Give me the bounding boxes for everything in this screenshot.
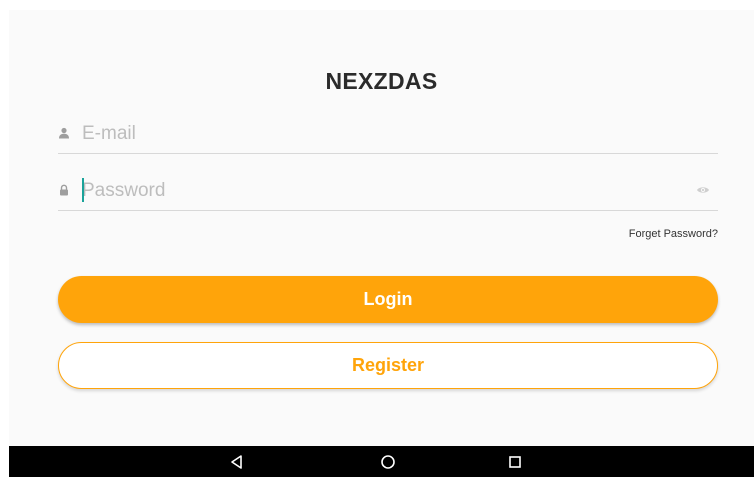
login-button[interactable]: Login bbox=[58, 276, 718, 323]
recents-icon[interactable] bbox=[505, 452, 525, 472]
email-input[interactable] bbox=[82, 118, 682, 150]
app-title: NEXZDAS bbox=[325, 68, 438, 94]
system-navigation-bar bbox=[9, 446, 754, 477]
password-field[interactable] bbox=[58, 171, 718, 211]
email-field[interactable] bbox=[58, 114, 718, 154]
password-input[interactable] bbox=[82, 175, 682, 207]
forget-password-link[interactable]: Forget Password? bbox=[629, 228, 718, 240]
text-cursor bbox=[82, 178, 84, 202]
lock-icon bbox=[60, 184, 68, 196]
register-button[interactable]: Register bbox=[58, 342, 718, 389]
app-screen: NEXZDAS Forget Password? Login Register bbox=[9, 10, 754, 446]
eye-icon[interactable] bbox=[696, 184, 710, 196]
person-icon bbox=[59, 127, 69, 139]
back-icon[interactable] bbox=[227, 452, 247, 472]
home-icon[interactable] bbox=[378, 452, 398, 472]
